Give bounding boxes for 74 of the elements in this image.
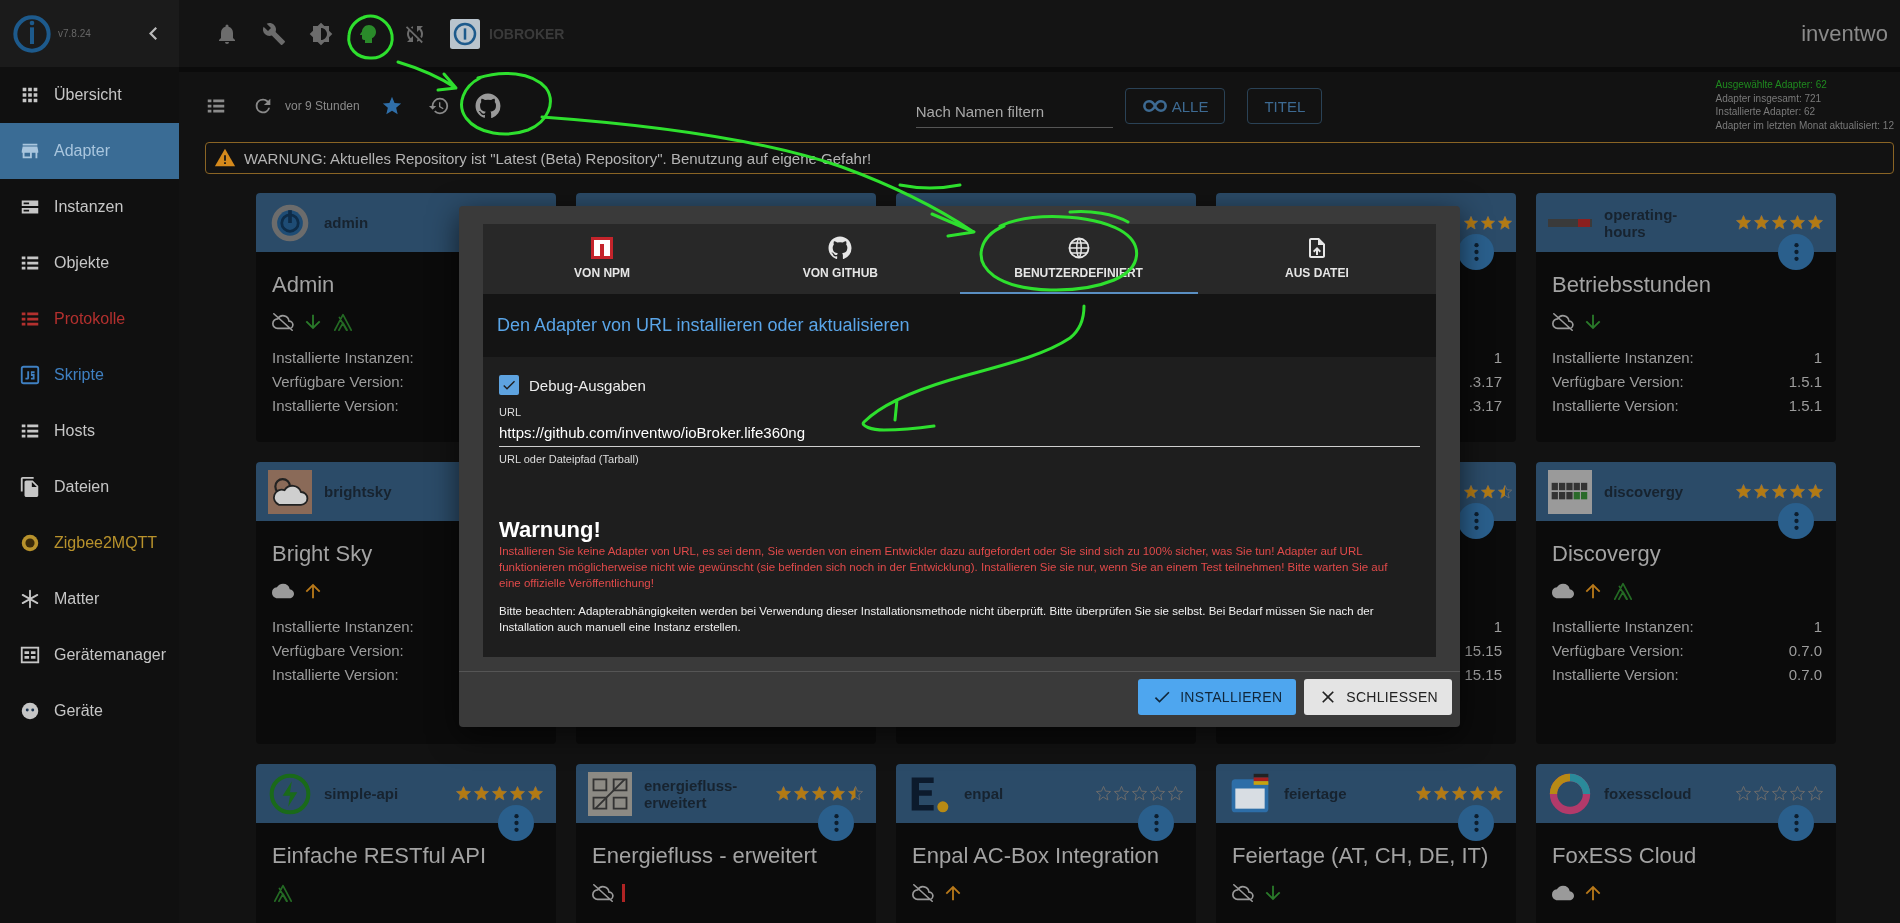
adapter-name: simple-api	[324, 785, 400, 802]
adapter-name: admin	[324, 214, 370, 231]
stat-line: Adapter im letzten Monat aktualisiert: 12	[1715, 118, 1894, 132]
install-button[interactable]: INSTALLIEREN	[1138, 679, 1297, 715]
info-label: Installierte Version:	[272, 396, 399, 416]
stat-line: Adapter insgesamt: 721	[1715, 91, 1823, 105]
adapter-title: Betriebsstunden	[1552, 271, 1711, 299]
helper-text: URL oder Dateipfad (Tarball)	[499, 453, 640, 465]
adapter-title: Feiertage (AT, CH, DE, IT)	[1232, 842, 1489, 870]
adapter-name: operating-hours	[1604, 205, 1679, 240]
tab[interactable]: AUS DATEI	[1197, 224, 1436, 294]
tab[interactable]: VON GITHUB	[721, 224, 960, 294]
info-label: Verfügbare Version:	[272, 641, 404, 661]
sidebar-item[interactable]: Geräte	[0, 683, 179, 739]
info-label: Installierte Instanzen:	[1552, 617, 1694, 637]
info-label: Verfügbare Version:	[1552, 641, 1684, 661]
info-value: 0.7.0	[1788, 665, 1822, 685]
tab[interactable]: VON NPM	[483, 224, 722, 294]
sidebar-item[interactable]: Übersicht	[0, 67, 179, 123]
adapter-title: Energiefluss - erweitert	[592, 842, 817, 870]
info-label: Verfügbare Version:	[1552, 372, 1684, 392]
info-label: Installierte Instanzen:	[272, 348, 414, 368]
info-value: 1.5.1	[1788, 372, 1822, 392]
info-label: Installierte Instanzen:	[1552, 348, 1694, 368]
info-label: Installierte Version:	[272, 665, 399, 685]
adapter-title: Admin	[272, 271, 335, 299]
update-time: vor 9 Stunden	[285, 99, 360, 113]
adapter-title: Einfache RESTful API	[272, 842, 486, 870]
adapter-name: feiertage	[1284, 785, 1348, 802]
info-label: Installierte Version:	[1552, 396, 1679, 416]
adapter-name: brightsky	[324, 483, 393, 500]
adapter-name: energiefluss-erweitert	[644, 776, 739, 811]
warning-text: WARNUNG: Aktuelles Repository ist "Latest (Beta) Repository". Benutzung auf eigene Gefahr!	[244, 149, 872, 167]
sidebar-item[interactable]: Hosts	[0, 403, 179, 459]
stat-line: Ausgewählte Adapter: 62	[1715, 78, 1828, 92]
dialog-heading: Den Adapter von URL installieren oder aktualisieren	[483, 294, 1436, 357]
info-value: 1	[1813, 617, 1822, 637]
sidebar-item[interactable]: Dateien	[0, 459, 179, 515]
info-value: 15.15	[1464, 665, 1502, 685]
info-value: 1	[1493, 348, 1502, 368]
sidebar-item[interactable]: Gerätemanager	[0, 627, 179, 683]
version-label: v7.8.24	[58, 28, 91, 39]
adapter-name: enpal	[964, 785, 1005, 802]
adapter-title: Discovergy	[1552, 540, 1661, 568]
info-value: 1	[1813, 348, 1822, 368]
sidebar-item[interactable]: Instanzen	[0, 179, 179, 235]
info-value: 0.7.0	[1788, 641, 1822, 661]
note-text: Bitte beachten: Adapterabhängigkeiten werden bei Verwendung dieser Installationsmethode nicht überprüft. Bitte überprüfen Sie sie selbst. Bei Bedarf müssen Sie nach der Installation auch manuell eine Instanz erstellen.	[499, 604, 1375, 635]
info-value: .3.17	[1468, 396, 1502, 416]
info-value: 1.5.1	[1788, 396, 1822, 416]
adapter-title: Bright Sky	[272, 540, 373, 568]
close-button[interactable]: SCHLIESSEN	[1304, 679, 1452, 715]
info-value: .3.17	[1468, 372, 1502, 392]
sidebar-item[interactable]: Zigbee2MQTT	[0, 515, 179, 571]
sidebar-item[interactable]: Objekte	[0, 235, 179, 291]
url-field[interactable]: https://github.com/inventwo/ioBroker.life360ng	[499, 418, 1420, 446]
info-value: 15.15	[1464, 641, 1502, 661]
warning-message: Installieren Sie keine Adapter von URL, es sei denn, Sie werden von einem Entwickler dazu aufgefordert oder Sie sind sich zu 100% sicher, was Sie tun! Adapter auf URL funktionieren möglicherweise nicht wie gewünscht (sie befinden sich noch in der Entwicklung). Installieren Sie sie nur, wenn Sie an einem Test teilnehmen! Bitte warten Sie auf eine offizielle Veröffentlichung!	[499, 544, 1389, 591]
user-name: inventwo	[1801, 20, 1888, 47]
info-value: 1	[1493, 617, 1502, 637]
warning-title: Warnung!	[499, 517, 602, 543]
sidebar-item[interactable]: Skripte	[0, 347, 179, 403]
info-label: Verfügbare Version:	[272, 372, 404, 392]
adapter-title: Enpal AC-Box Integration	[912, 842, 1160, 870]
adapter-title: FoxESS Cloud	[1552, 842, 1697, 870]
adapter-name: foxesscloud	[1604, 785, 1693, 802]
field-label: URL	[499, 406, 522, 418]
checkbox-label: Debug-Ausgaben	[529, 376, 646, 394]
stat-line: Installierte Adapter: 62	[1715, 105, 1817, 119]
adapter-name: discovergy	[1604, 483, 1685, 500]
info-label: Installierte Instanzen:	[272, 617, 414, 637]
sidebar-item[interactable]: Matter	[0, 571, 179, 627]
info-label: Installierte Version:	[1552, 665, 1679, 685]
filter-field[interactable]: Nach Namen filtern	[915, 96, 1113, 128]
